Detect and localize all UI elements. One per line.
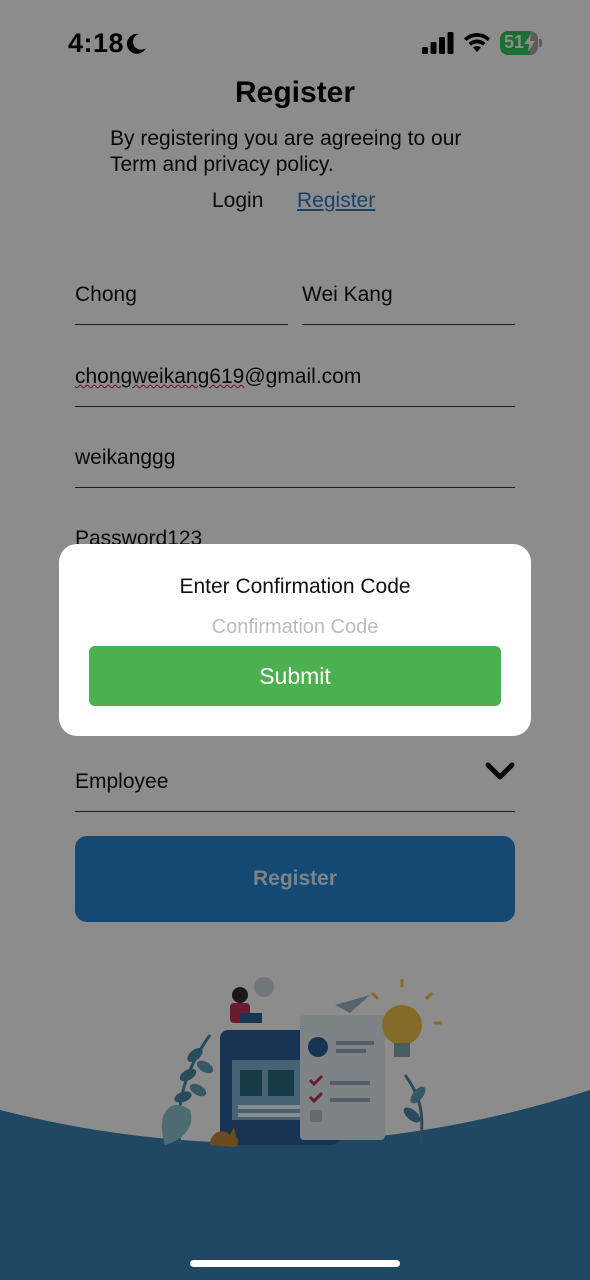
dialog-title: Enter Confirmation Code — [179, 575, 411, 598]
confirmation-code-input[interactable] — [196, 608, 394, 648]
register-screen: 4:18 51 Register By registering you are … — [0, 0, 590, 1280]
submit-button[interactable]: Submit — [89, 646, 501, 706]
home-indicator[interactable] — [190, 1260, 400, 1267]
confirmation-code-dialog: Enter Confirmation Code Submit — [59, 544, 531, 736]
